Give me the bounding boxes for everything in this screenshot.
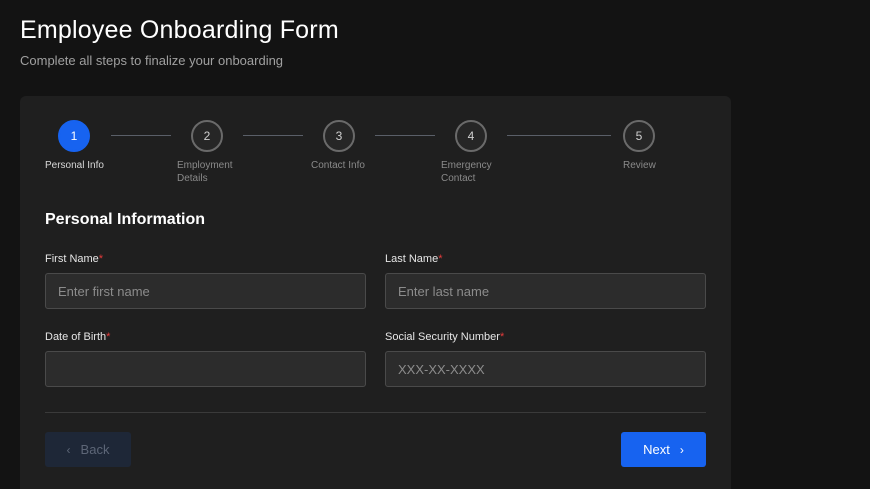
next-button[interactable]: Next ›	[621, 432, 706, 467]
step-1-indicator[interactable]: 1	[58, 120, 90, 152]
last-name-label-text: Last Name	[385, 253, 439, 265]
required-marker: *	[499, 331, 505, 343]
step-3-label: Contact Info	[311, 160, 365, 171]
step-5-label: Review	[623, 160, 656, 171]
step-4-label: Emergency Contact	[441, 160, 492, 184]
dob-label-text: Date of Birth	[45, 331, 107, 343]
step-5-indicator[interactable]: 5	[623, 120, 655, 152]
step-connector	[243, 135, 303, 136]
step-connector	[375, 135, 435, 136]
dob-input[interactable]	[45, 351, 366, 387]
next-button-label: Next	[643, 442, 670, 457]
last-name-label: Last Name*	[385, 253, 442, 265]
divider	[45, 412, 706, 413]
chevron-left-icon: ‹	[66, 442, 71, 457]
first-name-label-text: First Name	[45, 253, 99, 265]
first-name-input[interactable]	[45, 273, 366, 309]
required-marker: *	[438, 253, 443, 265]
ssn-label: Social Security Number*	[385, 331, 504, 343]
step-connector	[111, 135, 171, 136]
last-name-input[interactable]	[385, 273, 706, 309]
stepper: 1 Personal Info 2 Employment Details 3 C…	[20, 96, 731, 196]
ssn-input[interactable]	[385, 351, 706, 387]
required-marker: *	[98, 253, 104, 265]
onboarding-card: 1 Personal Info 2 Employment Details 3 C…	[20, 96, 731, 489]
step-connector	[507, 135, 611, 136]
step-3-indicator[interactable]: 3	[323, 120, 355, 152]
step-4-indicator[interactable]: 4	[455, 120, 487, 152]
step-1-label: Personal Info	[45, 160, 104, 171]
page-subtitle: Complete all steps to finalize your onbo…	[20, 53, 284, 68]
first-name-label: First Name*	[45, 253, 103, 265]
section-title: Personal Information	[45, 211, 206, 228]
back-button[interactable]: ‹ Back	[45, 432, 131, 467]
required-marker: *	[106, 331, 111, 343]
page-title: Employee Onboarding Form	[20, 16, 339, 44]
back-button-label: Back	[80, 442, 110, 457]
chevron-right-icon: ›	[679, 442, 684, 457]
ssn-label-text: Social Security Number	[385, 331, 500, 343]
step-2-label: Employment Details	[177, 160, 233, 184]
dob-label: Date of Birth*	[45, 331, 110, 343]
step-2-indicator[interactable]: 2	[191, 120, 223, 152]
